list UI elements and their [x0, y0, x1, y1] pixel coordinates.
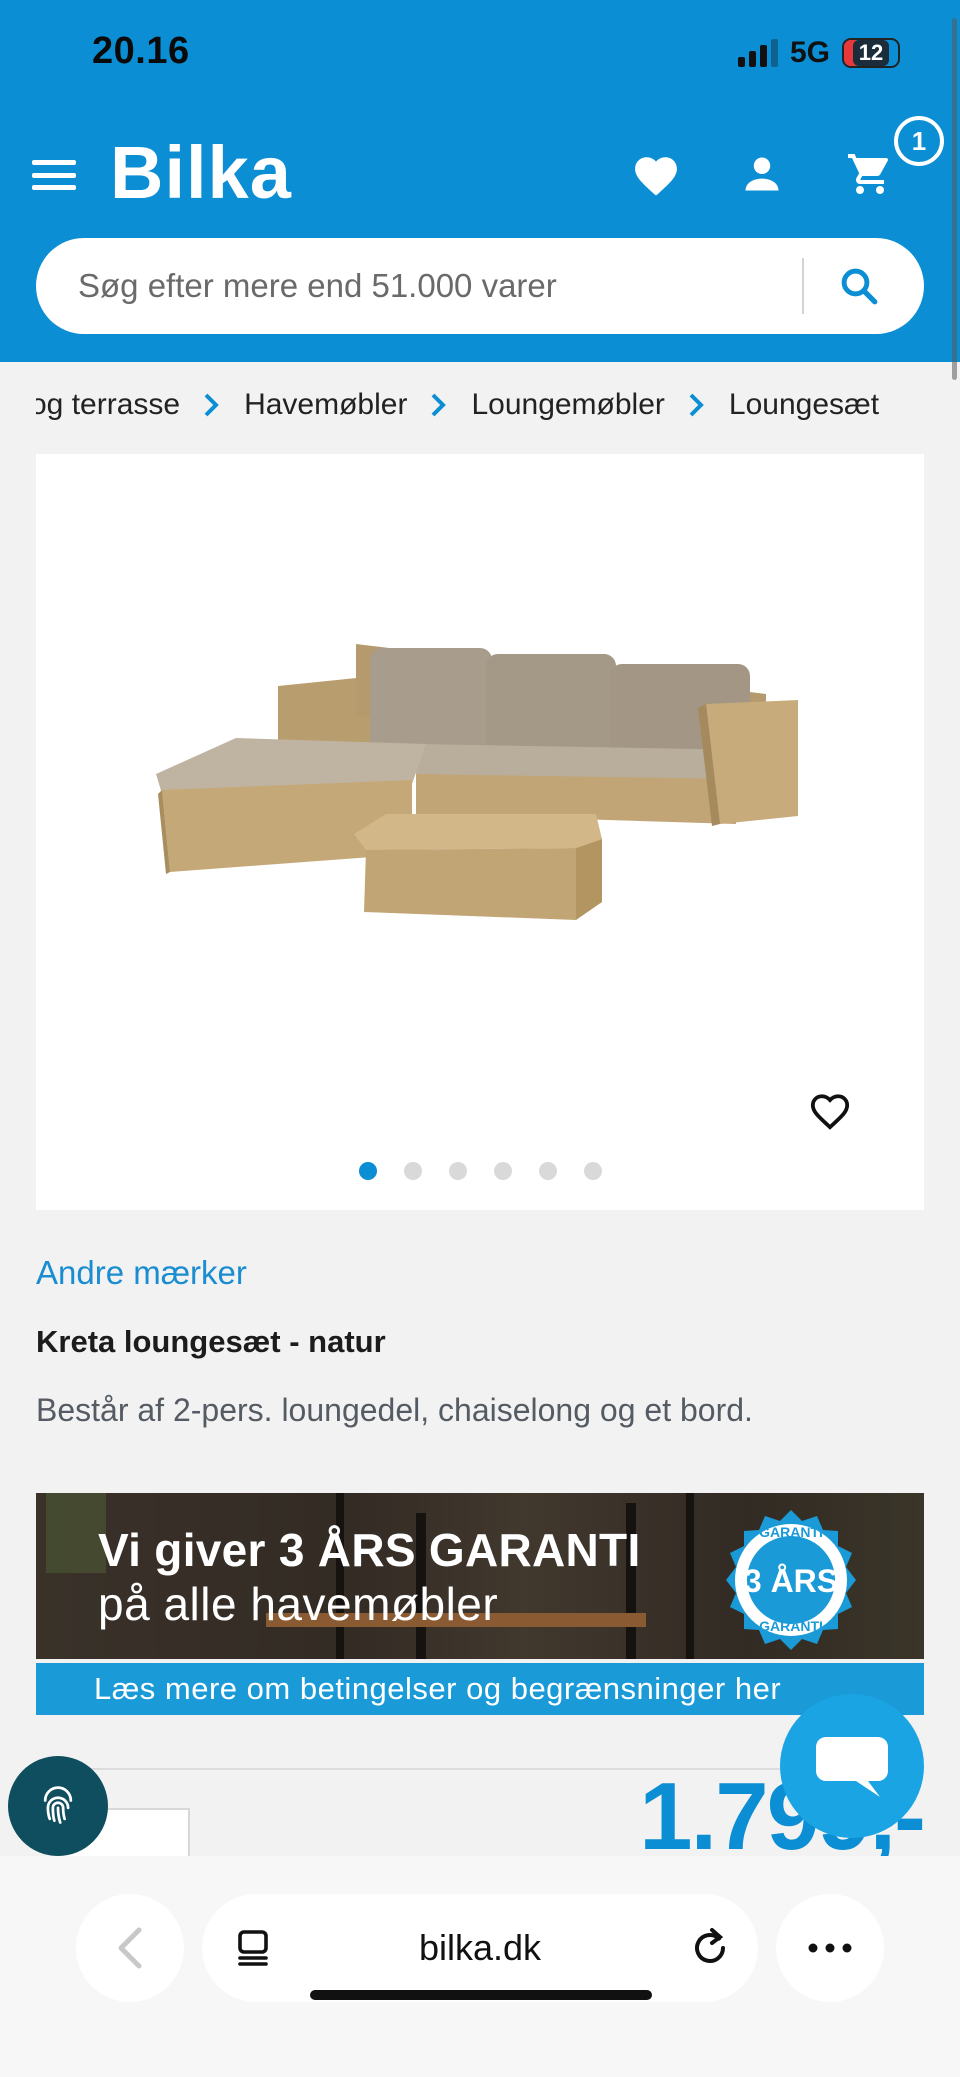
product-image-gallery[interactable]	[36, 454, 924, 1210]
chevron-right-icon	[429, 393, 449, 417]
chevron-right-icon	[687, 393, 707, 417]
signal-icon	[737, 39, 778, 67]
reload-icon[interactable]	[690, 1926, 730, 1975]
seal-top-text: GARANTI	[759, 1524, 823, 1540]
breadcrumb-item[interactable]: Havemøbler	[244, 388, 407, 422]
browser-toolbar: bilka.dk	[0, 1856, 960, 2077]
status-indicators: 5G 12	[737, 36, 900, 70]
address-bar[interactable]: bilka.dk	[202, 1894, 758, 2002]
chevron-right-icon	[202, 393, 222, 417]
network-type: 5G	[789, 36, 830, 69]
status-time: 20.16	[92, 30, 190, 72]
pagination-dot[interactable]	[403, 1162, 422, 1180]
search-input[interactable]	[78, 256, 802, 316]
pagination-dot[interactable]	[493, 1162, 512, 1180]
search-bar	[36, 238, 924, 334]
back-icon[interactable]	[76, 1894, 184, 2002]
breadcrumb: og terrasse Havemøbler Loungemøbler Loun…	[36, 388, 960, 422]
breadcrumb-item[interactable]: Loungesæt	[729, 388, 879, 422]
pagination-dot[interactable]	[358, 1162, 377, 1180]
cart-icon[interactable]	[840, 144, 900, 204]
battery-level: 12	[852, 40, 890, 66]
product-image	[156, 644, 798, 920]
more-icon[interactable]	[776, 1894, 884, 2002]
scrollbar[interactable]	[952, 18, 957, 380]
warranty-banner[interactable]: Vi giver 3 ÅRS GARANTI på alle havemøble…	[36, 1493, 924, 1715]
pagination-dot[interactable]	[448, 1162, 467, 1180]
favorite-outline-icon[interactable]	[802, 1082, 858, 1138]
fingerprint-icon[interactable]	[8, 1756, 108, 1856]
seal-bottom-text: GARANTI	[759, 1618, 823, 1634]
heart-icon[interactable]	[626, 144, 686, 204]
banner-headline: Vi giver 3 ÅRS GARANTI	[98, 1524, 641, 1576]
cart-count-badge[interactable]: 1	[894, 116, 944, 166]
product-brand[interactable]: Andre mærker	[36, 1254, 247, 1292]
breadcrumb-item[interactable]: og terrasse	[36, 388, 180, 422]
url-text[interactable]: bilka.dk	[202, 1927, 758, 1969]
image-pagination	[36, 1162, 924, 1180]
battery-icon: 12	[842, 38, 900, 68]
banner-subline: på alle havemøbler	[98, 1578, 499, 1630]
search-icon[interactable]	[824, 251, 894, 321]
account-icon[interactable]	[732, 144, 792, 204]
product-title: Kreta loungesæt - natur	[36, 1324, 386, 1359]
chat-icon[interactable]	[780, 1694, 924, 1838]
search-divider	[802, 258, 804, 314]
header: 20.16 5G 12 Bilka 1	[0, 0, 960, 362]
breadcrumb-item[interactable]: Loungemøbler	[471, 388, 664, 422]
home-indicator	[310, 1990, 652, 2000]
warranty-seal: GARANTI 3 ÅRS GARANTI	[726, 1510, 856, 1650]
pagination-dot[interactable]	[538, 1162, 557, 1180]
hamburger-icon[interactable]	[32, 160, 76, 190]
product-description: Består af 2-pers. loungedel, chaiselong …	[36, 1392, 753, 1428]
bilka-logo[interactable]: Bilka	[110, 130, 292, 215]
warranty-terms-link[interactable]: Læs mere om betingelser og begrænsninger…	[36, 1663, 924, 1715]
pagination-dot[interactable]	[583, 1162, 602, 1180]
banner-background-photo: Vi giver 3 ÅRS GARANTI på alle havemøble…	[36, 1493, 924, 1659]
seal-main-text: 3 ÅRS	[744, 1563, 838, 1599]
